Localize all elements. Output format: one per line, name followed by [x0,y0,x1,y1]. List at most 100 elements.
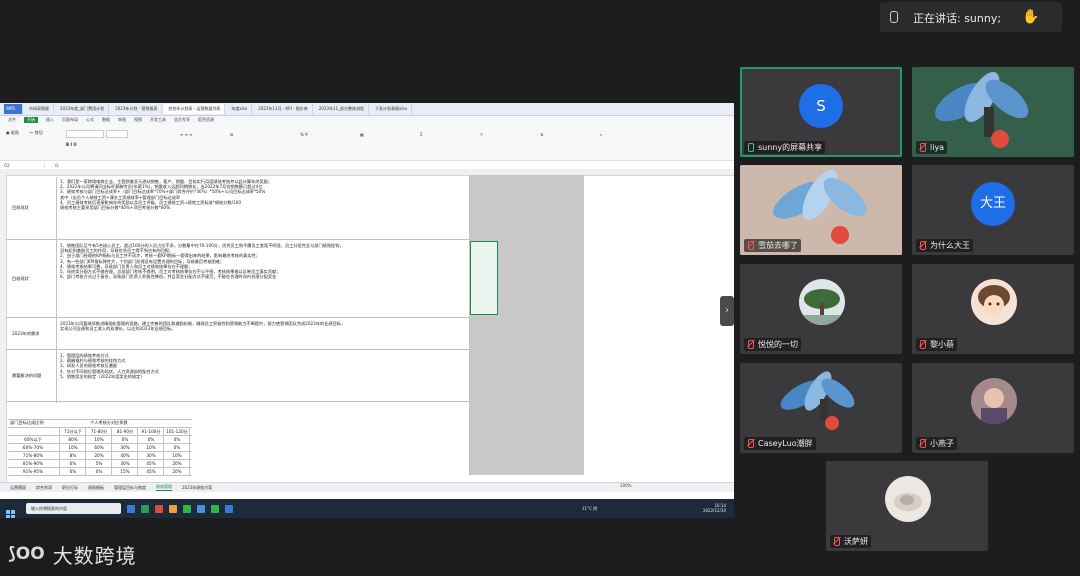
font-size-select[interactable] [106,130,128,138]
table-cell[interactable]: 6% [60,461,86,466]
sheet-tab[interactable]: 职位打标 [62,485,78,491]
browser-tab[interactable]: 2023年11月 - KPI - 报价单 [254,104,313,114]
table-cell[interactable]: 20% [164,469,190,474]
sheet-grid[interactable]: 目前现状 1、我们是一家跨境电商企业，主营欧美亚马逊站销售，客户、销量、目前实行月… [0,169,734,482]
cell-reference[interactable]: O2 [4,163,45,168]
menu-item[interactable]: 会员专享 [174,117,190,123]
hand-raise-icon[interactable]: ✋ [1022,9,1039,25]
task-view-icon[interactable] [127,504,135,513]
sheet-tab[interactable]: 综合利润 [36,485,52,491]
table-cell[interactable]: 30% [112,461,138,466]
conditional-format-button[interactable]: ▦ [360,132,364,137]
selected-cell[interactable] [470,241,498,315]
menu-item[interactable]: 数据 [102,117,110,123]
table-cell[interactable]: 10% [164,453,190,458]
app-icon[interactable] [225,504,233,513]
table-cell[interactable]: 60% [86,445,112,450]
browser-tab[interactable]: WPS [4,104,23,114]
menu-item[interactable]: 插入 [46,117,54,123]
row-label[interactable]: 目前现状 [12,276,52,281]
participant-tile-4[interactable]: 大王 为什么大王 [912,165,1074,255]
table-cell[interactable]: 15% [112,469,138,474]
table-cell[interactable]: 60%以下 [10,437,56,442]
row-label[interactable]: 目前现状 [12,205,52,210]
browser-tab[interactable]: 2023年11_部分整体流程 [315,104,370,114]
table-cell[interactable]: 10% [86,437,112,442]
table-cell[interactable]: 20% [86,453,112,458]
table-cell[interactable]: 8% [60,453,86,458]
merge-button[interactable]: ⊞ [230,132,233,137]
sort-button[interactable]: ⇅ [540,132,543,137]
participant-tile-8[interactable]: 小燕子 [912,363,1074,453]
table-cell[interactable]: 0% [112,437,138,442]
table-cell[interactable]: 10% [138,445,164,450]
menu-item[interactable]: 页面布局 [62,117,78,123]
participant-tile-9[interactable]: 沃萨妍 [826,461,988,551]
filter-button[interactable]: ▽ [480,132,483,137]
table-cell[interactable]: 71%-80% [10,453,56,458]
app-icon[interactable] [197,504,205,513]
font-select[interactable] [66,130,104,138]
menu-item[interactable]: 开始 [24,117,38,123]
menu-item[interactable]: 稻壳资源 [198,117,214,123]
sum-button[interactable]: Σ [420,132,423,137]
table-cell[interactable]: 0% [86,469,112,474]
description-cell[interactable]: 2023年公司要继续推进精细化管理的思路，建立完善的团队和激励机制，确保员工积极… [60,321,465,348]
menu-item[interactable]: 文件 [8,117,16,123]
row-label[interactable]: 2023年的需求 [12,331,52,336]
table-cell[interactable]: 40% [112,453,138,458]
table-cell[interactable]: 6% [60,469,86,474]
wps-icon[interactable] [155,504,163,513]
taskbar-search-input[interactable]: 输入你想搜索的内容 [26,503,121,514]
windows-start-icon[interactable] [6,504,15,518]
sheet-tab[interactable]: 2023年绩效方案 [182,485,212,491]
table-cell[interactable]: 0% [138,437,164,442]
find-button[interactable]: ⌕ [600,132,602,137]
paste-button[interactable]: ▣ 粘贴 [6,130,19,136]
participant-tile-sunny[interactable]: S sunny的屏幕共享 [740,67,902,157]
row-label[interactable]: 需要解决的问题 [12,373,52,378]
folder-icon[interactable] [169,504,177,513]
sheet-tab[interactable]: 管理层目标与制度 [114,485,146,491]
table-cell[interactable]: 60%-70% [10,445,56,450]
participant-tile-5[interactable]: 悦悦的一切 [740,264,902,354]
wechat-icon[interactable] [183,504,191,513]
menu-item[interactable]: 公式 [86,117,94,123]
bold-button[interactable]: B I U [66,142,77,147]
browser-tab[interactable]: 综合年计划表 - 运营数据列表 [164,104,226,114]
app-icon[interactable] [211,504,219,513]
table-cell[interactable]: 45% [138,461,164,466]
participant-tile-7[interactable]: CaseyLuo潮胖 [740,363,902,453]
cut-button[interactable]: ✂ 剪切 [30,130,43,136]
table-cell[interactable]: 91%-95% [10,469,56,474]
description-cell[interactable]: 1、管理层的绩效考核方式 2、薪酬福利与绩效考核的挂钩方式 3、研发人员的绩效考核及… [60,353,465,400]
table-cell[interactable]: 81%-90% [10,461,56,466]
browser-tab[interactable]: 2023年度_部门费用计划 [56,104,110,114]
menu-item[interactable]: 开发工具 [150,117,166,123]
browser-tab[interactable]: 市场采购版 [25,104,54,114]
table-cell[interactable]: 0% [164,437,190,442]
table-cell[interactable]: 10% [60,445,86,450]
table-cell[interactable]: 30% [138,453,164,458]
menu-item[interactable]: 审阅 [118,117,126,123]
table-cell[interactable]: 5% [86,461,112,466]
description-cell[interactable]: 1、我们是一家跨境电商企业，主营欧美亚马逊站销售，客户、销量、目前实行月度绩效考… [60,179,465,238]
participant-tile-3[interactable]: 雪茄去哪了 [740,165,902,255]
browser-tab[interactable]: 下发计划表格xlsx [371,104,412,114]
menu-item[interactable]: 视图 [134,117,142,123]
sheet-tab[interactable]: 运营模版 [10,485,26,491]
sheet-tab[interactable]: 周报模板 [88,485,104,491]
edge-icon[interactable] [141,504,149,513]
table-cell[interactable]: 45% [138,469,164,474]
align-buttons[interactable]: ≡ ≡ ≡ [180,132,193,137]
table-cell[interactable]: 20% [164,461,190,466]
table-cell[interactable]: 30% [112,445,138,450]
participant-tile-6[interactable]: 黎小蔡 [912,264,1074,354]
sheet-tab[interactable]: 绩效管理 [156,484,172,491]
description-cell[interactable]: 1、销售团队至今有5名核心员工，超过100分的人员占比不多，分数集中在70-10… [60,243,465,316]
browser-tab[interactable]: 年度xlsx [227,104,253,114]
collapse-panel-button[interactable]: › [720,296,734,326]
browser-tab[interactable]: 2023年计划 - 营销报表 [111,104,163,114]
table-cell[interactable]: 0% [164,445,190,450]
number-format[interactable]: % ¥ [300,132,308,137]
